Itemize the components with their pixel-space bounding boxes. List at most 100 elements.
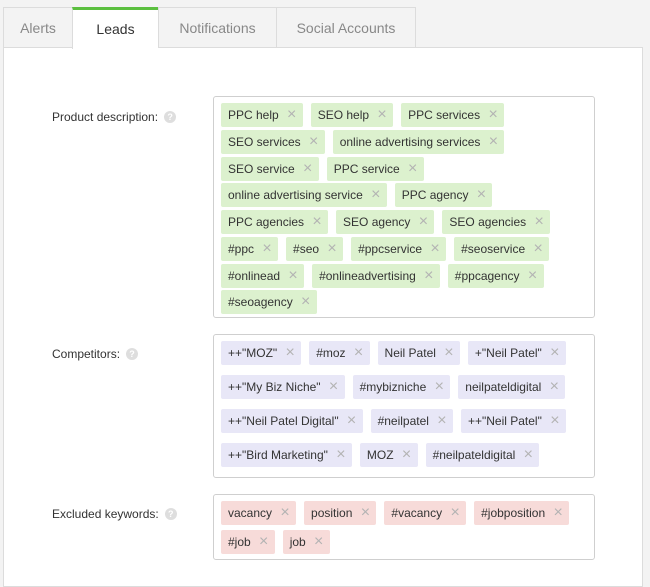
remove-tag-icon[interactable]: × bbox=[526, 210, 550, 234]
tag-label: MOZ bbox=[366, 448, 394, 462]
tag-label: +"Neil Patel" bbox=[474, 346, 542, 360]
remove-tag-icon[interactable]: × bbox=[319, 237, 343, 261]
remove-tag-icon[interactable]: × bbox=[480, 130, 504, 154]
tag: Neil Patel × bbox=[377, 341, 460, 365]
tag: ++"MOZ" × bbox=[221, 341, 302, 365]
remove-tag-icon[interactable]: × bbox=[525, 237, 549, 261]
tag-label: ++"Neil Patel" bbox=[467, 414, 542, 428]
remove-tag-icon[interactable]: × bbox=[369, 103, 393, 127]
tag: SEO help × bbox=[310, 103, 394, 127]
remove-tag-icon[interactable]: × bbox=[394, 443, 418, 467]
remove-tag-icon[interactable]: × bbox=[301, 130, 325, 154]
competitors-tag-input[interactable]: ++"MOZ" × #moz × Neil Patel × +"Neil Patel" × ++… bbox=[213, 334, 595, 478]
remove-tag-icon[interactable]: × bbox=[520, 264, 544, 288]
remove-tag-icon[interactable]: × bbox=[429, 409, 453, 433]
remove-tag-icon[interactable]: × bbox=[254, 237, 278, 261]
remove-tag-icon[interactable]: × bbox=[410, 210, 434, 234]
remove-tag-icon[interactable]: × bbox=[468, 183, 492, 207]
excluded-keywords-tag-input[interactable]: vacancy × position × #vacancy × #jobposition × #… bbox=[213, 494, 595, 560]
tab-bar: Alerts Leads Notifications Social Accoun… bbox=[3, 7, 416, 49]
remove-tag-icon[interactable]: × bbox=[306, 530, 330, 554]
tag-label: #neilpateldigital bbox=[432, 448, 516, 462]
tag: #vacancy × bbox=[384, 501, 467, 525]
remove-tag-icon[interactable]: × bbox=[541, 375, 565, 399]
remove-tag-icon[interactable]: × bbox=[321, 375, 345, 399]
remove-tag-icon[interactable]: × bbox=[422, 237, 446, 261]
tag-label: online advertising service bbox=[228, 188, 363, 203]
tag-label: PPC services bbox=[408, 108, 481, 122]
tag: #mybizniche × bbox=[352, 375, 451, 399]
remove-tag-icon[interactable]: × bbox=[515, 443, 539, 467]
tag: job × bbox=[282, 530, 330, 554]
remove-tag-icon[interactable]: × bbox=[436, 341, 460, 365]
tag: PPC agency × bbox=[394, 183, 493, 208]
leads-panel: Product description: ? PPC help × SEO help… bbox=[3, 47, 643, 587]
remove-tag-icon[interactable]: × bbox=[279, 103, 303, 127]
competitors-label: Competitors: ? bbox=[52, 347, 139, 361]
tag-label: #moz bbox=[316, 346, 346, 360]
tag: PPC services × bbox=[401, 103, 505, 127]
tag-label: PPC agencies bbox=[228, 215, 305, 229]
tag: #seoagency × bbox=[221, 290, 317, 315]
tag: position × bbox=[304, 501, 377, 525]
tag: SEO services × bbox=[221, 129, 325, 154]
tag: #moz × bbox=[309, 341, 370, 365]
remove-tag-icon[interactable]: × bbox=[293, 290, 317, 314]
tag-label: neilpateldigital bbox=[465, 380, 542, 394]
remove-tag-icon[interactable]: × bbox=[280, 264, 304, 288]
help-icon[interactable]: ? bbox=[164, 508, 177, 520]
tag-label: ++"My Biz Niche" bbox=[228, 380, 321, 394]
remove-tag-icon[interactable]: × bbox=[352, 501, 376, 525]
tag: #jobposition × bbox=[474, 501, 570, 525]
remove-tag-icon[interactable]: × bbox=[416, 264, 440, 288]
remove-tag-icon[interactable]: × bbox=[542, 409, 566, 433]
tag-label: #ppcservice bbox=[358, 241, 423, 256]
tag: SEO agencies × bbox=[442, 210, 551, 234]
remove-tag-icon[interactable]: × bbox=[426, 375, 450, 399]
help-icon[interactable]: ? bbox=[164, 111, 177, 123]
tag-label: SEO agency bbox=[343, 215, 411, 229]
tab-social-accounts[interactable]: Social Accounts bbox=[276, 7, 416, 48]
remove-tag-icon[interactable]: × bbox=[400, 157, 424, 181]
tag-label: SEO service bbox=[228, 161, 295, 176]
tag: #ppc × bbox=[221, 236, 279, 261]
tag: #ppcagency × bbox=[447, 263, 544, 288]
remove-tag-icon[interactable]: × bbox=[545, 501, 569, 525]
remove-tag-icon[interactable]: × bbox=[272, 501, 296, 525]
tab-notifications[interactable]: Notifications bbox=[158, 7, 276, 48]
remove-tag-icon[interactable]: × bbox=[363, 183, 387, 207]
tag-label: ++"Bird Marketing" bbox=[228, 448, 328, 462]
tag: PPC service × bbox=[326, 156, 424, 181]
remove-tag-icon[interactable]: × bbox=[251, 530, 275, 554]
excluded-keywords-label: Excluded keywords: ? bbox=[52, 507, 177, 521]
product-description-tag-input[interactable]: PPC help × SEO help × PPC services × SEO servi… bbox=[213, 96, 595, 318]
tag: vacancy × bbox=[221, 501, 297, 525]
tag: SEO agency × bbox=[336, 210, 435, 234]
tag-label: #onlineadvertising bbox=[319, 268, 416, 283]
remove-tag-icon[interactable]: × bbox=[339, 409, 363, 433]
remove-tag-icon[interactable]: × bbox=[480, 103, 504, 127]
remove-tag-icon[interactable]: × bbox=[295, 157, 319, 181]
tag: neilpateldigital × bbox=[458, 375, 566, 399]
tag: #neilpateldigital × bbox=[425, 443, 540, 467]
remove-tag-icon[interactable]: × bbox=[346, 341, 370, 365]
remove-tag-icon[interactable]: × bbox=[277, 341, 301, 365]
tag: ++"Neil Patel" × bbox=[460, 409, 566, 433]
tab-leads[interactable]: Leads bbox=[72, 7, 158, 49]
tag-label: position bbox=[311, 506, 353, 520]
tag-label: SEO help bbox=[317, 108, 370, 122]
remove-tag-icon[interactable]: × bbox=[542, 341, 566, 365]
tag: +"Neil Patel" × bbox=[467, 341, 566, 365]
remove-tag-icon[interactable]: × bbox=[304, 210, 328, 234]
tag: ++"My Biz Niche" × bbox=[221, 375, 345, 399]
remove-tag-icon[interactable]: × bbox=[328, 443, 352, 467]
tag: #seoservice × bbox=[454, 236, 550, 261]
tag: #job × bbox=[221, 530, 275, 554]
remove-tag-icon[interactable]: × bbox=[442, 501, 466, 525]
tab-alerts[interactable]: Alerts bbox=[3, 7, 72, 48]
label-text: Competitors: bbox=[52, 347, 121, 361]
help-icon[interactable]: ? bbox=[126, 348, 139, 360]
product-description-label: Product description: ? bbox=[52, 110, 177, 124]
tag-label: #neilpatel bbox=[377, 414, 429, 428]
tag-label: #job bbox=[228, 535, 251, 549]
